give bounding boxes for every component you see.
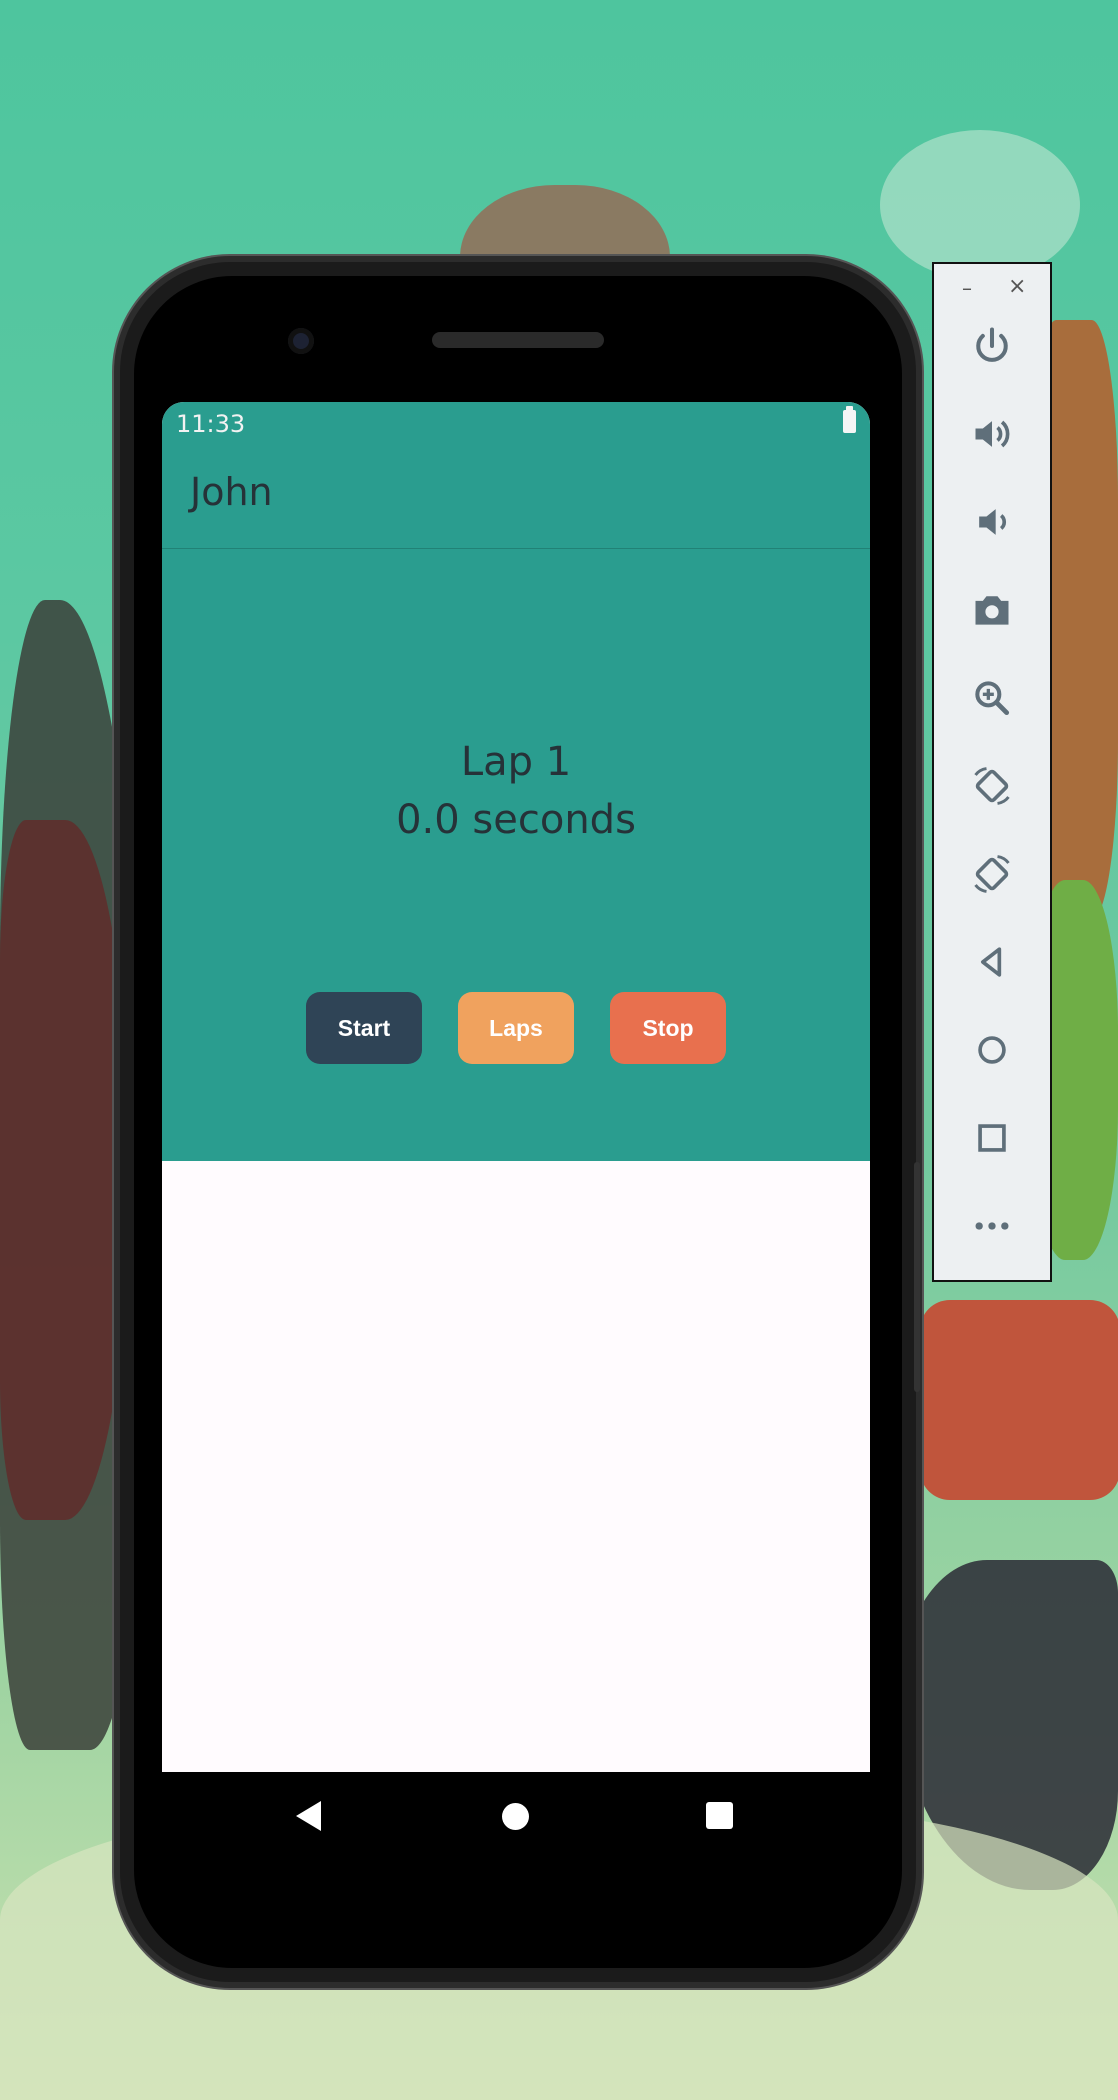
timer-panel: Lap 1 0.0 seconds Start Laps Stop [162,549,870,1161]
power-icon [976,327,1008,362]
battery-icon [843,406,856,433]
lap-label: Lap 1 [460,739,572,785]
toolbar-window-controls: – × [934,274,1050,302]
back-icon [981,947,1002,977]
rotate-right-icon [974,855,1010,893]
phone-side-button [914,1162,920,1392]
status-time: 11:33 [176,410,246,438]
volume-up-button[interactable] [962,404,1022,464]
laps-list-area [162,1161,870,1772]
volume-down-button[interactable] [962,492,1022,552]
laps-button-label: Laps [489,1014,543,1041]
close-icon[interactable]: × [1008,274,1026,299]
laps-button[interactable]: Laps [458,992,574,1064]
emulator-back-button[interactable] [962,932,1022,992]
zoom-button[interactable] [962,668,1022,728]
start-button[interactable]: Start [306,992,422,1064]
app-bar: John [162,444,870,549]
rotate-left-icon [974,767,1010,805]
elapsed-time-label: 0.0 seconds [396,797,636,843]
stop-button[interactable]: Stop [610,992,726,1064]
home-icon [978,1036,1006,1064]
background-art [920,1300,1118,1500]
stop-button-label: Stop [642,1014,694,1041]
screenshot-button[interactable] [962,580,1022,640]
android-nav-bar [162,1772,870,1862]
emulator-toolbar: – × [932,262,1052,1282]
screenshot-icon [975,596,1009,625]
volume-up-icon [975,420,1010,448]
rotate-right-button[interactable] [962,844,1022,904]
emulator-desktop: 11:33 John Lap 1 0.0 seconds Start Laps … [0,0,1118,2100]
front-camera-icon [288,328,314,354]
emulator-home-button[interactable] [962,1020,1022,1080]
app-title: John [190,470,273,514]
status-bar: 11:33 [162,402,870,444]
background-art [880,130,1080,280]
home-icon[interactable] [502,1803,529,1830]
phone-screen: 11:33 John Lap 1 0.0 seconds Start Laps … [162,402,870,1772]
rotate-left-button[interactable] [962,756,1022,816]
recents-icon[interactable] [706,1802,733,1829]
emulator-overview-button[interactable] [962,1108,1022,1168]
background-art [0,820,130,1520]
back-icon[interactable] [296,1801,321,1831]
volume-down-icon [979,509,1006,535]
earpiece-speaker [432,332,604,348]
more-icon [975,1222,1009,1230]
power-button[interactable] [962,316,1022,376]
minimize-icon[interactable]: – [962,276,972,300]
zoom-icon [975,681,1010,716]
overview-icon [978,1124,1006,1152]
emulator-more-button[interactable] [962,1196,1022,1256]
start-button-label: Start [337,1014,391,1041]
